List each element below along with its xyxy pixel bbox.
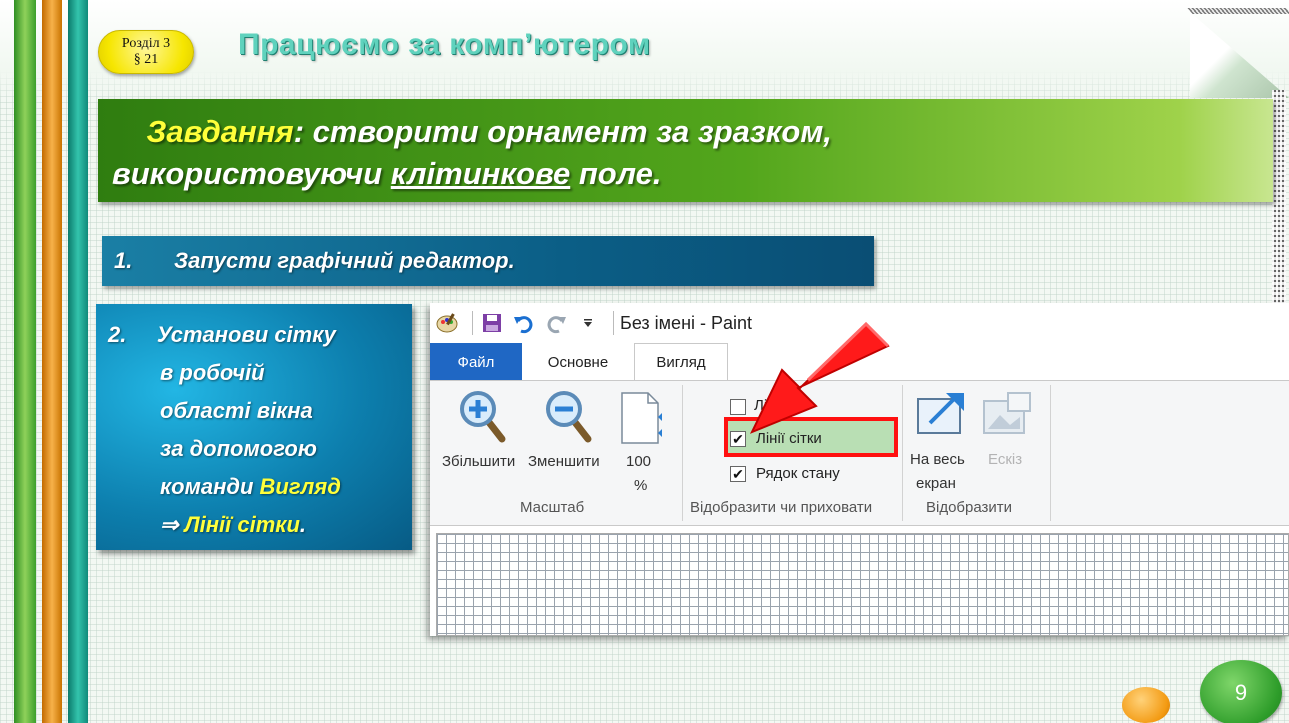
zoom-out-button[interactable]: Зменшити xyxy=(526,387,610,483)
task-word: Завдання xyxy=(146,114,294,149)
page-title: Працюємо за комп’ютером xyxy=(238,28,651,61)
tab-file[interactable]: Файл xyxy=(430,343,522,381)
decor-bar-teal xyxy=(68,0,88,723)
customize-dropdown-icon[interactable] xyxy=(575,310,601,336)
zoom-out-icon xyxy=(546,391,592,443)
thumbnail-label: Ескіз xyxy=(988,451,1023,468)
step-1-text: Запусти графічний редактор. xyxy=(174,248,515,273)
task-text-2a: використовуючи xyxy=(112,156,391,191)
step-2-line-3: області вікна xyxy=(160,398,313,423)
section-label: Розділ 3 xyxy=(121,36,171,51)
step-2-box: 2. Установи сітку в робочій області вікн… xyxy=(96,304,412,550)
redo-icon[interactable] xyxy=(543,310,569,336)
zoom-in-icon xyxy=(460,391,506,443)
task-text-2b: клітинкове xyxy=(390,156,571,191)
page-100-icon xyxy=(621,392,662,444)
step-2-command-gridlines: Лінії сітки xyxy=(184,512,300,537)
zoom-in-button[interactable]: Збільшити xyxy=(438,387,528,483)
zoom-100-number: 100 xyxy=(626,453,652,470)
step-1-number: 1. xyxy=(114,248,133,273)
task-line-2: використовуючи клітинкове поле. xyxy=(112,153,1273,195)
thumbnail-button[interactable]: Ескіз xyxy=(978,387,1038,477)
step-2-number: 2. xyxy=(108,322,127,347)
binding-edge-decoration xyxy=(1187,8,1289,14)
decor-bar-orange xyxy=(42,0,62,723)
step-2-period: . xyxy=(299,512,307,537)
fullscreen-label-2: екран xyxy=(916,475,956,492)
drawing-canvas-gridlines[interactable] xyxy=(436,533,1289,636)
step-2-text-1: Установи сітку xyxy=(156,322,336,347)
zoom-100-percent: % xyxy=(634,477,648,494)
toolbar-separator-2 xyxy=(613,311,614,335)
thumbnail-icon xyxy=(983,392,1031,434)
group-label-show-hide: Відобразити чи приховати xyxy=(690,499,873,516)
group-separator xyxy=(682,385,683,521)
tab-view[interactable]: Вигляд xyxy=(634,343,728,381)
paint-app-icon[interactable] xyxy=(434,310,460,336)
step-2-line-1: 2. Установи сітку xyxy=(108,316,404,354)
red-arrow-pointer xyxy=(749,321,890,434)
group-separator-3 xyxy=(1050,385,1051,521)
group-label-display: Відобразити xyxy=(926,499,1013,516)
decor-bar-green xyxy=(14,0,36,723)
section-badge: Розділ 3 § 21 xyxy=(98,30,194,74)
zoom-in-label: Збільшити xyxy=(442,453,516,470)
tab-home[interactable]: Основне xyxy=(528,343,628,381)
step-2-line-5: команди Вигляд xyxy=(108,468,404,506)
step-2-line-4: за допомогою xyxy=(160,436,317,461)
paragraph-label: § 21 xyxy=(133,52,159,67)
undo-icon[interactable] xyxy=(511,310,537,336)
step-2-arrow: ⇒ xyxy=(160,512,185,537)
statusbar-label: Рядок стану xyxy=(756,465,840,482)
step-2-command-view: Вигляд xyxy=(259,474,341,499)
fullscreen-icon xyxy=(917,393,964,434)
task-text-2c: поле. xyxy=(570,156,662,191)
task-line-1: Завдання: створити орнамент за зразком, xyxy=(112,111,1273,153)
orange-decor-oval xyxy=(1122,687,1170,723)
step-1-box: 1. Запусти графічний редактор. xyxy=(102,236,874,286)
zoom-100-button[interactable]: 100 % xyxy=(616,387,666,494)
zoom-out-label: Зменшити xyxy=(528,453,600,470)
step-2-line-2: в робочій xyxy=(160,360,265,385)
task-text-1: : створити орнамент за зразком, xyxy=(293,114,832,149)
step-2-text-5a: команди xyxy=(160,474,260,499)
task-banner: Завдання: створити орнамент за зразком, … xyxy=(98,99,1273,202)
group-label-zoom: Масштаб xyxy=(520,499,585,516)
statusbar-checkbox[interactable]: ✔ xyxy=(730,466,746,482)
save-icon[interactable] xyxy=(479,310,505,336)
page-number-badge: 9 xyxy=(1200,660,1282,723)
step-2-line-6: ⇒ Лінії сітки. xyxy=(108,506,404,544)
window-title: Без імені - Paint xyxy=(620,312,753,333)
fullscreen-label-1: На весь xyxy=(910,451,965,468)
fullscreen-button[interactable]: На весь екран xyxy=(906,387,974,492)
toolbar-separator xyxy=(472,311,473,335)
group-separator-2 xyxy=(902,385,903,521)
